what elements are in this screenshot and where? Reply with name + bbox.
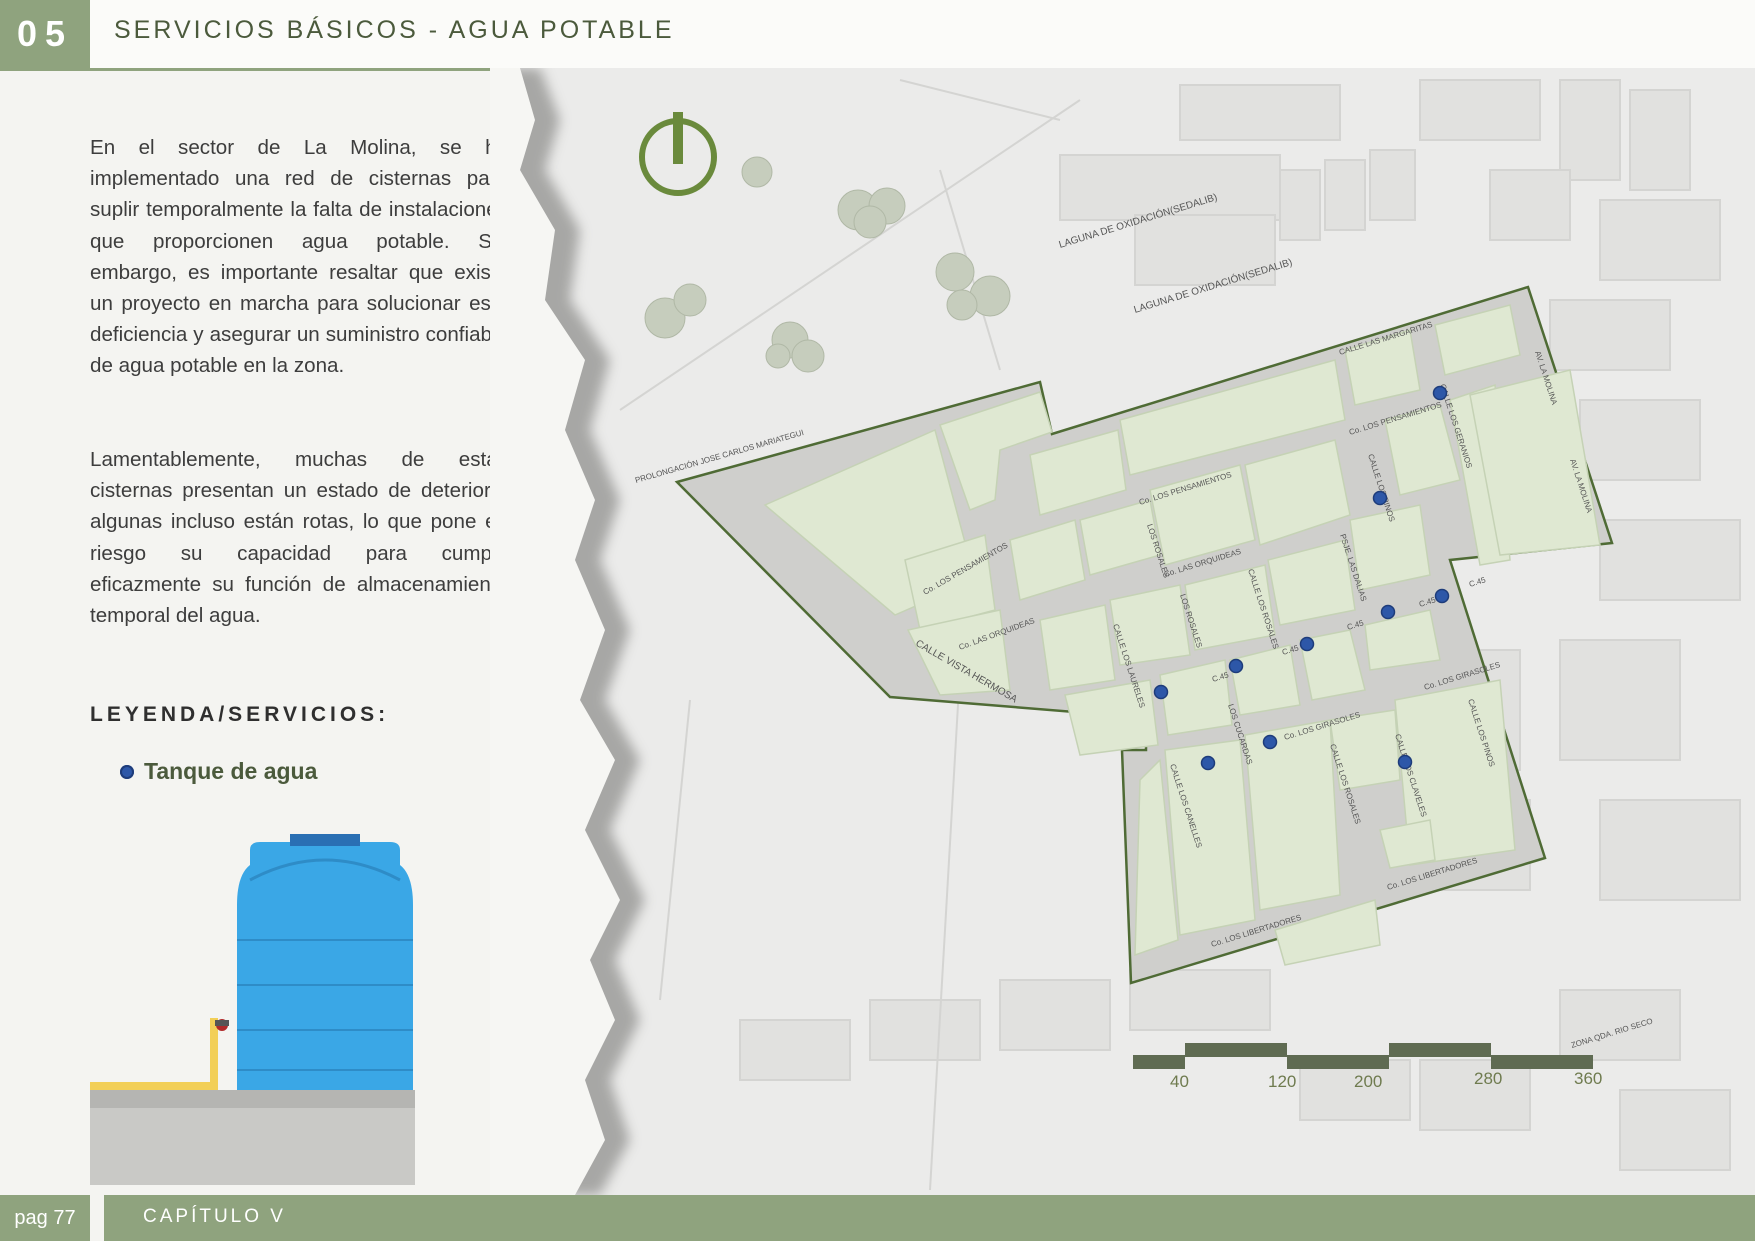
page-title: SERVICIOS BÁSICOS - AGUA POTABLE	[114, 16, 675, 44]
scale-tick-120: 120	[1268, 1072, 1296, 1091]
page-header: 05 SERVICIOS BÁSICOS - AGUA POTABLE	[0, 0, 1755, 71]
scale-tick-280: 280	[1474, 1069, 1502, 1088]
body-paragraph-1: En el sector de La Molina, se ha impleme…	[90, 136, 508, 378]
inlet-pipe	[90, 1042, 218, 1090]
water-tank-marker	[1262, 734, 1278, 750]
page-footer: pag 77 CAPÍTULO V	[0, 1195, 1755, 1241]
water-tank-icon	[120, 764, 134, 779]
water-tank-marker	[1397, 754, 1413, 770]
legend-item-label: Tanque de agua	[144, 758, 318, 784]
water-tank-illustration	[90, 834, 415, 1185]
chapter-label: CAPÍTULO V	[143, 1206, 286, 1227]
tank-lid	[290, 834, 360, 846]
chapter-number: 05	[0, 0, 90, 68]
scale-tick-40: 40	[1170, 1072, 1189, 1091]
water-tank-marker	[1434, 588, 1450, 604]
water-tank-marker	[1380, 604, 1396, 620]
water-tank-marker	[1372, 490, 1388, 506]
tank-body	[237, 842, 413, 1090]
water-tank-marker	[1299, 636, 1315, 652]
site-map: LAGUNA DE OXIDACIÓN(SEDALIB) LAGUNA DE O…	[490, 68, 1755, 1195]
water-tank-marker	[1200, 755, 1216, 771]
page-number: pag 77	[0, 1195, 104, 1241]
water-tank-marker	[1228, 658, 1244, 674]
water-tank-marker	[1153, 684, 1169, 700]
scale-tick-200: 200	[1354, 1072, 1382, 1091]
water-tank-marker	[1432, 385, 1448, 401]
legend-item-water-tank: Tanque de agua	[120, 758, 317, 785]
scale-tick-360: 360	[1574, 1069, 1602, 1088]
legend-title: LEYENDA/SERVICIOS:	[90, 703, 390, 726]
body-paragraph-2: Lamentablemente, muchas de estas cistern…	[90, 448, 508, 628]
